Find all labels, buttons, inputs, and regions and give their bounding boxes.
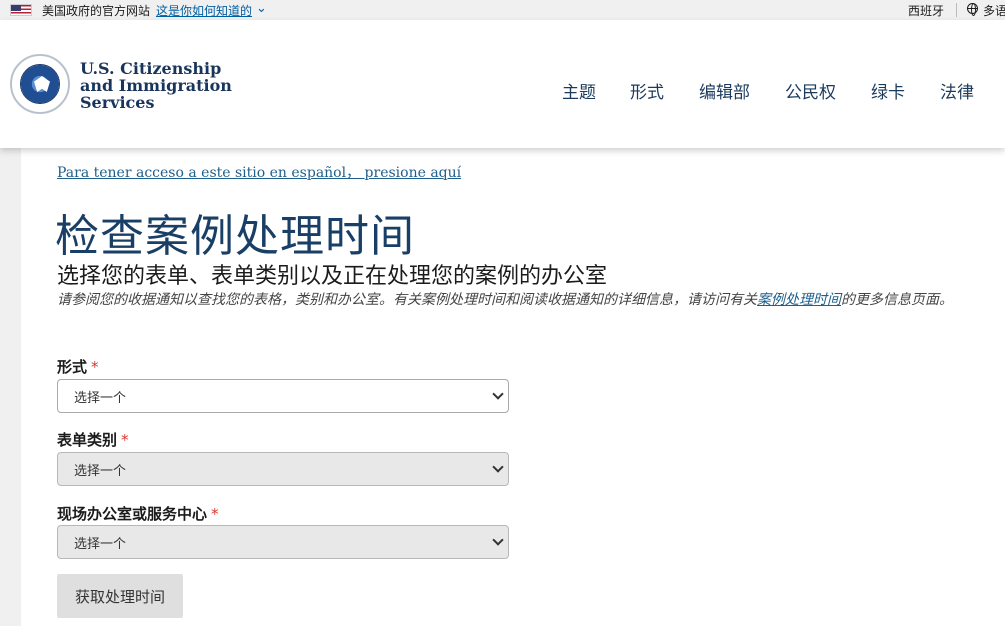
nav-green-card[interactable]: 绿卡 xyxy=(871,78,905,103)
nav-topics[interactable]: 主题 xyxy=(562,78,596,103)
form-label: 形式 * xyxy=(57,356,99,377)
note-text-after: 的更多信息页面。 xyxy=(841,292,953,308)
form-label-text: 形式 xyxy=(57,358,88,376)
required-marker: * xyxy=(121,431,129,449)
note-text-before: 请参阅您的收据通知以查找您的表格，类别和办公室。有关案例处理时间和阅读收据通知的… xyxy=(57,292,757,308)
spanish-site-link[interactable]: Para tener acceso a este sitio en españo… xyxy=(57,162,461,182)
processing-times-info-link[interactable]: 案例处理时间 xyxy=(757,292,841,308)
gov-banner: 美国政府的官方网站 这是你如何知道的 ⌄ 西班牙 多语 xyxy=(0,0,1005,20)
office-select-value: 选择一个 xyxy=(74,536,127,552)
nav-citizenship[interactable]: 公民权 xyxy=(785,78,836,103)
form-category-select-value: 选择一个 xyxy=(74,463,127,479)
instructions-note: 请参阅您的收据通知以查找您的表格，类别和办公室。有关案例处理时间和阅读收据通知的… xyxy=(57,288,997,312)
how-you-know-link[interactable]: 这是你如何知道的 xyxy=(156,2,252,19)
uscis-logo-text[interactable]: U.S. Citizenship and Immigration Service… xyxy=(80,60,232,111)
chevron-down-icon xyxy=(492,388,504,400)
form-category-select[interactable]: 选择一个 xyxy=(57,452,509,486)
chevron-down-icon[interactable]: ⌄ xyxy=(256,1,267,16)
chevron-down-icon xyxy=(492,534,504,546)
form-select-value: 选择一个 xyxy=(74,390,127,406)
brand-line-2: and Immigration xyxy=(80,76,232,95)
office-label: 现场办公室或服务中心 * xyxy=(57,503,219,524)
required-marker: * xyxy=(211,505,219,523)
office-select[interactable]: 选择一个 xyxy=(57,525,509,559)
nav-newsroom[interactable]: 编辑部 xyxy=(699,78,750,103)
form-category-label-text: 表单类别 xyxy=(57,431,118,449)
globe-icon[interactable] xyxy=(967,3,978,16)
chevron-down-icon xyxy=(492,461,504,473)
form-select[interactable]: 选择一个 xyxy=(57,379,509,413)
brand-line-1: U.S. Citizenship xyxy=(80,59,222,78)
brand-line-3: Services xyxy=(80,93,155,112)
page-title: 检查案例处理时间 xyxy=(55,211,415,262)
main-content: Para tener acceso a este sitio en españo… xyxy=(21,148,1005,626)
official-site-text: 美国政府的官方网站 xyxy=(42,4,151,18)
required-marker: * xyxy=(91,358,99,376)
nav-laws[interactable]: 法律 xyxy=(940,78,974,103)
site-header: U.S. Citizenship and Immigration Service… xyxy=(0,20,1005,148)
form-category-label: 表单类别 * xyxy=(57,429,129,450)
left-margin-strip xyxy=(0,148,21,626)
spanish-language-link[interactable]: 西班牙 xyxy=(908,2,944,19)
office-label-text: 现场办公室或服务中心 xyxy=(57,505,208,523)
us-flag-icon xyxy=(10,4,32,16)
nav-forms[interactable]: 形式 xyxy=(630,78,664,103)
page-subtitle: 选择您的表单、表单类别以及正在处理您的案例的办公室 xyxy=(57,264,608,289)
multi-language-link[interactable]: 多语 xyxy=(983,2,1005,19)
get-processing-time-button[interactable]: 获取处理时间 xyxy=(57,574,183,618)
dhs-seal-icon[interactable] xyxy=(10,54,70,114)
banner-divider xyxy=(956,3,957,17)
